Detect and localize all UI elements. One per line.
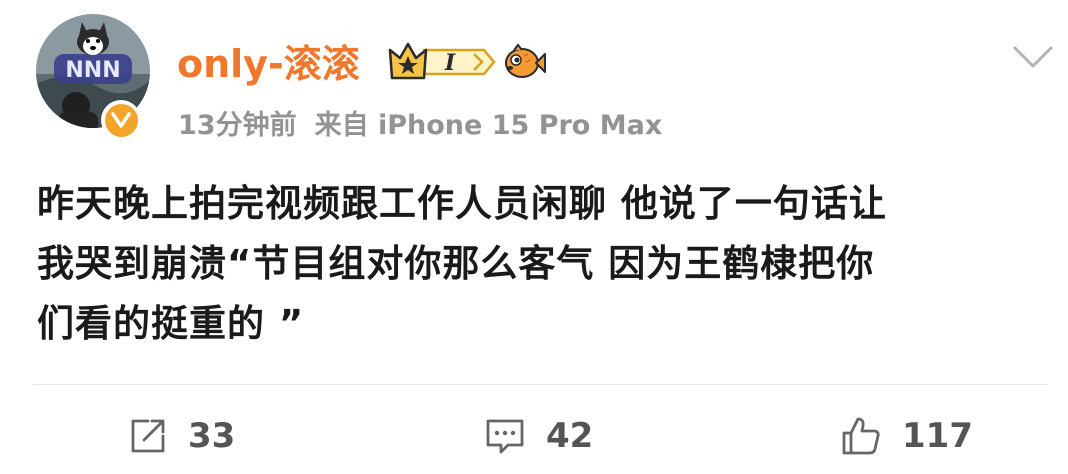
like-count: 117 bbox=[902, 416, 973, 456]
level-label: I bbox=[444, 50, 456, 76]
comment-icon bbox=[486, 419, 524, 454]
post-text: 昨天晚上拍完视频跟工作人员闲聊 他说了一句话让 我哭到崩溃“节目组对你那么客气 … bbox=[37, 174, 1037, 354]
chevron-down-icon[interactable] bbox=[1012, 44, 1054, 70]
post-meta: 13分钟前 来自 iPhone 15 Pro Max bbox=[178, 106, 662, 146]
comment-button[interactable]: 42 bbox=[484, 414, 593, 458]
repost-button[interactable]: 33 bbox=[128, 414, 235, 458]
post-source[interactable]: 来自 iPhone 15 Pro Max bbox=[315, 110, 663, 141]
weibo-post: NNN only-滚滚 I 13分钟前 来自 iPhone 15 Pro Max… bbox=[0, 0, 1068, 474]
post-text-line: 我哭到崩溃“节目组对你那么客气 因为王鹤棣把你 bbox=[37, 242, 875, 285]
username[interactable]: only-滚滚 bbox=[177, 40, 360, 88]
verified-badge bbox=[101, 100, 141, 140]
post-text-line: 们看的挺重的 ” bbox=[37, 302, 305, 345]
comment-count: 42 bbox=[546, 416, 594, 456]
repost-count: 33 bbox=[188, 416, 236, 456]
divider bbox=[33, 384, 1048, 385]
thumbs-up-icon bbox=[842, 417, 880, 455]
fish-emoji-icon bbox=[502, 42, 546, 82]
like-button[interactable]: 117 bbox=[840, 414, 973, 458]
share-icon bbox=[131, 419, 165, 453]
avatar-text: NNN bbox=[65, 58, 120, 83]
post-time: 13分钟前 bbox=[178, 110, 297, 141]
crown-level-badge-icon[interactable]: I bbox=[388, 40, 498, 84]
verified-v-icon bbox=[111, 112, 131, 128]
post-text-line: 昨天晚上拍完视频跟工作人员闲聊 他说了一句话让 bbox=[37, 182, 887, 225]
